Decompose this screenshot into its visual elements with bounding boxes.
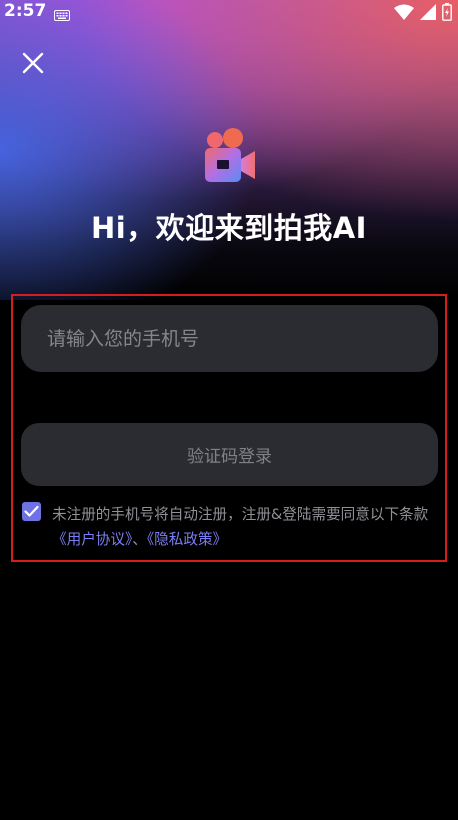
close-icon bbox=[18, 52, 48, 82]
phone-input[interactable] bbox=[21, 305, 438, 372]
user-agreement-link[interactable]: 《用户协议》 bbox=[52, 531, 132, 548]
agreement-description: 未注册的手机号将自动注册，注册&登陆需要同意以下条款 bbox=[52, 506, 429, 523]
signal-icon bbox=[420, 4, 436, 24]
sms-login-button[interactable]: 验证码登录 bbox=[21, 423, 438, 486]
privacy-policy-link[interactable]: 《隐私政策》 bbox=[147, 531, 227, 548]
page-title: Hi，欢迎来到拍我AI bbox=[91, 211, 367, 245]
agreement-checkbox[interactable] bbox=[22, 502, 41, 521]
close-button[interactable] bbox=[18, 48, 48, 78]
agreement-separator: 、 bbox=[132, 531, 147, 548]
battery-icon bbox=[442, 3, 452, 25]
wifi-icon bbox=[394, 4, 414, 24]
video-camera-logo-icon bbox=[203, 128, 257, 184]
keyboard-icon bbox=[54, 6, 70, 25]
status-bar: 2:57 bbox=[0, 0, 458, 24]
status-icons bbox=[394, 3, 452, 25]
status-time: 2:57 bbox=[4, 1, 47, 21]
agreement-text: 未注册的手机号将自动注册，注册&登陆需要同意以下条款《用户协议》、《隐私政策》 bbox=[52, 502, 442, 552]
